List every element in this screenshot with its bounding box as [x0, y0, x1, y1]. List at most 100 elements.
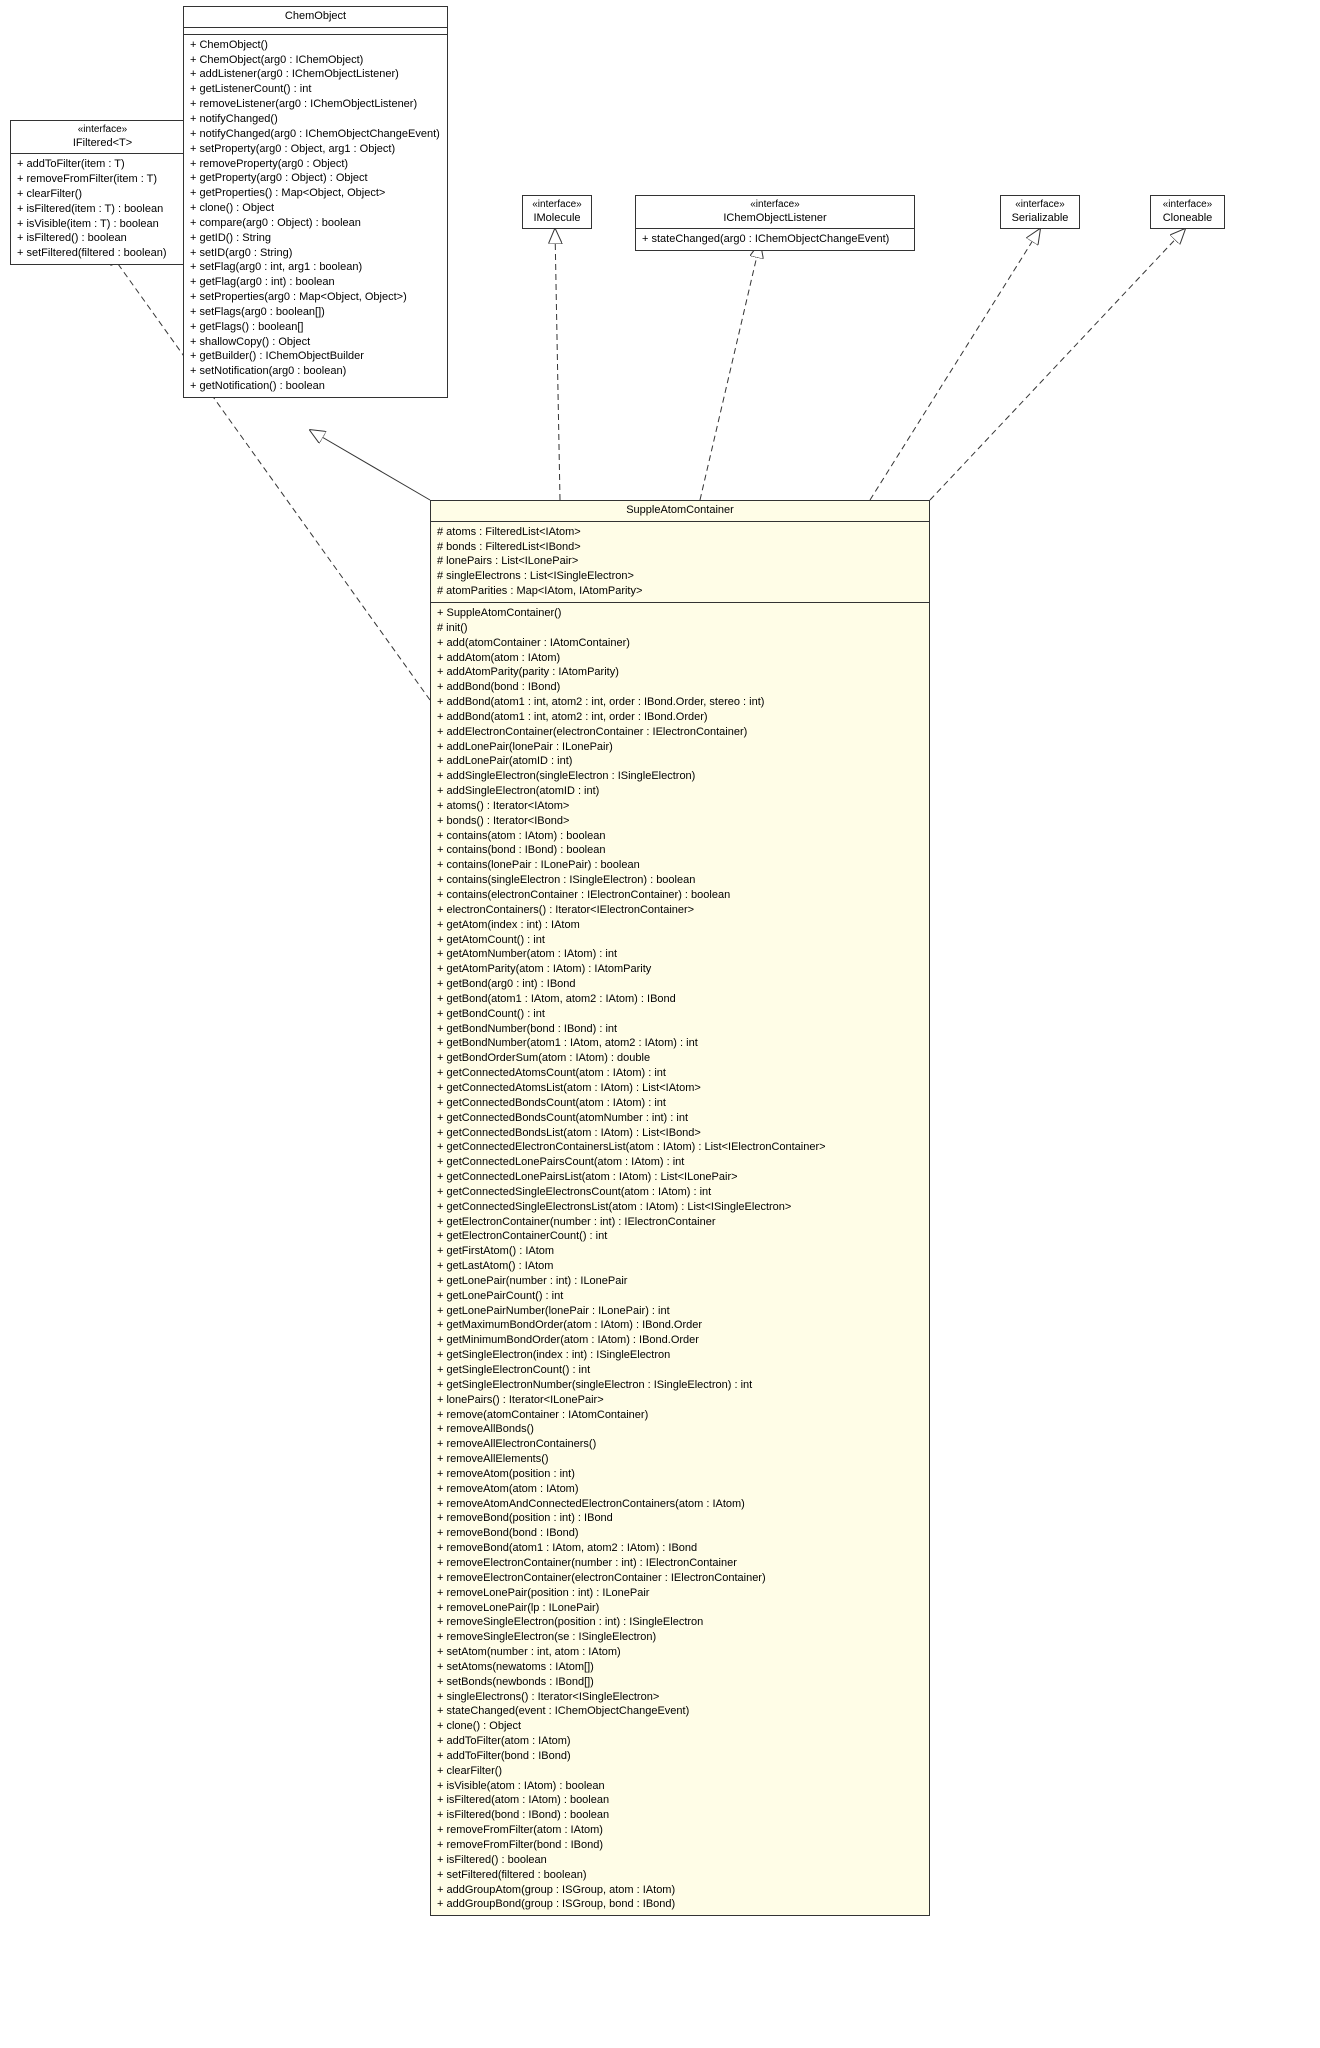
method: + addGroupBond(group : ISGroup, bond : I…	[437, 1897, 923, 1912]
method: + getConnectedBondsCount(atom : IAtom) :…	[437, 1096, 923, 1111]
title: «interface» IMolecule	[523, 196, 591, 228]
method: + getElectronContainer(number : int) : I…	[437, 1215, 923, 1230]
method: + getLonePair(number : int) : ILonePair	[437, 1274, 923, 1289]
method: + getFirstAtom() : IAtom	[437, 1244, 923, 1259]
method: + addLonePair(lonePair : ILonePair)	[437, 740, 923, 755]
method: + contains(bond : IBond) : boolean	[437, 843, 923, 858]
method: + getMaximumBondOrder(atom : IAtom) : IB…	[437, 1318, 923, 1333]
stereotype: «interface»	[1157, 199, 1218, 212]
method: + addToFilter(atom : IAtom)	[437, 1734, 923, 1749]
method: + getAtom(index : int) : IAtom	[437, 918, 923, 933]
method: + removeAtomAndConnectedElectronContaine…	[437, 1497, 923, 1512]
method: + addToFilter(bond : IBond)	[437, 1749, 923, 1764]
method: + stateChanged(event : IChemObjectChange…	[437, 1704, 923, 1719]
method: + removeLonePair(lp : ILonePair)	[437, 1601, 923, 1616]
method: + stateChanged(arg0 : IChemObjectChangeE…	[642, 232, 908, 247]
class-name: Cloneable	[1157, 212, 1218, 226]
method: + setID(arg0 : String)	[190, 246, 441, 261]
method: + removeFromFilter(atom : IAtom)	[437, 1823, 923, 1838]
attribute: # atoms : FilteredList<IAtom>	[437, 525, 923, 540]
class-cloneable: «interface» Cloneable	[1150, 195, 1225, 229]
class-ichemobjectlistener: «interface» IChemObjectListener + stateC…	[635, 195, 915, 251]
method: + addSingleElectron(atomID : int)	[437, 784, 923, 799]
class-serializable: «interface» Serializable	[1000, 195, 1080, 229]
method: + getConnectedLonePairsCount(atom : IAto…	[437, 1155, 923, 1170]
method: + getSingleElectronCount() : int	[437, 1363, 923, 1378]
method: + getBondCount() : int	[437, 1007, 923, 1022]
method: + isFiltered(atom : IAtom) : boolean	[437, 1793, 923, 1808]
title: «interface» Cloneable	[1151, 196, 1224, 228]
method: + setAtoms(newatoms : IAtom[])	[437, 1660, 923, 1675]
class-name: Serializable	[1007, 212, 1073, 226]
method: + getAtomNumber(atom : IAtom) : int	[437, 947, 923, 962]
method: + removeAllElements()	[437, 1452, 923, 1467]
method: + addToFilter(item : T)	[17, 157, 188, 172]
class-name: IMolecule	[529, 212, 585, 226]
method: + removeBond(bond : IBond)	[437, 1526, 923, 1541]
method: + clearFilter()	[17, 187, 188, 202]
method: + lonePairs() : Iterator<ILonePair>	[437, 1393, 923, 1408]
method: + compare(arg0 : Object) : boolean	[190, 216, 441, 231]
title: SuppleAtomContainer	[431, 501, 929, 522]
method: + getBondOrderSum(atom : IAtom) : double	[437, 1051, 923, 1066]
method: + getConnectedBondsCount(atomNumber : in…	[437, 1111, 923, 1126]
method: + addElectronContainer(electronContainer…	[437, 725, 923, 740]
method: + getAtomCount() : int	[437, 933, 923, 948]
method: + getElectronContainerCount() : int	[437, 1229, 923, 1244]
method: + getSingleElectronNumber(singleElectron…	[437, 1378, 923, 1393]
method: + getProperty(arg0 : Object) : Object	[190, 171, 441, 186]
title: ChemObject	[184, 7, 447, 28]
method: + addListener(arg0 : IChemObjectListener…	[190, 67, 441, 82]
stereotype: «interface»	[17, 124, 188, 137]
method: + getBondNumber(atom1 : IAtom, atom2 : I…	[437, 1036, 923, 1051]
method: + clearFilter()	[437, 1764, 923, 1779]
method: + removeProperty(arg0 : Object)	[190, 157, 441, 172]
method: + getConnectedBondsList(atom : IAtom) : …	[437, 1126, 923, 1141]
method: + setBonds(newbonds : IBond[])	[437, 1675, 923, 1690]
method: + getConnectedAtomsCount(atom : IAtom) :…	[437, 1066, 923, 1081]
method: + bonds() : Iterator<IBond>	[437, 814, 923, 829]
method: + clone() : Object	[190, 201, 441, 216]
class-chemobject: ChemObject + ChemObject()+ ChemObject(ar…	[183, 6, 448, 398]
methods: + addToFilter(item : T)+ removeFromFilte…	[11, 154, 194, 264]
method: + getConnectedAtomsList(atom : IAtom) : …	[437, 1081, 923, 1096]
method: + removeLonePair(position : int) : ILone…	[437, 1586, 923, 1601]
method: + getBond(arg0 : int) : IBond	[437, 977, 923, 992]
method: + contains(electronContainer : IElectron…	[437, 888, 923, 903]
method: + isFiltered(bond : IBond) : boolean	[437, 1808, 923, 1823]
attribute: # singleElectrons : List<ISingleElectron…	[437, 569, 923, 584]
method: + getLastAtom() : IAtom	[437, 1259, 923, 1274]
method: + getConnectedElectronContainersList(ato…	[437, 1140, 923, 1155]
method: + setProperties(arg0 : Map<Object, Objec…	[190, 290, 441, 305]
method: + ChemObject()	[190, 38, 441, 53]
method: + setProperty(arg0 : Object, arg1 : Obje…	[190, 142, 441, 157]
method: + removeListener(arg0 : IChemObjectListe…	[190, 97, 441, 112]
method: + removeAllElectronContainers()	[437, 1437, 923, 1452]
stereotype: «interface»	[642, 199, 908, 212]
methods: + SuppleAtomContainer()# init()+ add(ato…	[431, 603, 929, 1915]
method: + isFiltered() : boolean	[17, 231, 188, 246]
class-imolecule: «interface» IMolecule	[522, 195, 592, 229]
method: + electronContainers() : Iterator<IElect…	[437, 903, 923, 918]
method: # init()	[437, 621, 923, 636]
method: + getLonePairNumber(lonePair : ILonePair…	[437, 1304, 923, 1319]
method: + getConnectedSingleElectronsCount(atom …	[437, 1185, 923, 1200]
attribute: # atomParities : Map<IAtom, IAtomParity>	[437, 584, 923, 599]
class-name: IChemObjectListener	[642, 212, 908, 226]
method: + getFlags() : boolean[]	[190, 320, 441, 335]
method: + removeAtom(atom : IAtom)	[437, 1482, 923, 1497]
method: + clone() : Object	[437, 1719, 923, 1734]
methods: + ChemObject()+ ChemObject(arg0 : IChemO…	[184, 35, 447, 397]
method: + setFiltered(filtered : boolean)	[17, 246, 188, 261]
class-name: ChemObject	[190, 10, 441, 24]
method: + removeElectronContainer(electronContai…	[437, 1571, 923, 1586]
class-suppleatomcontainer: SuppleAtomContainer # atoms : FilteredLi…	[430, 500, 930, 1916]
method: + removeElectronContainer(number : int) …	[437, 1556, 923, 1571]
class-name: IFiltered<T>	[17, 137, 188, 151]
title: «interface» IFiltered<T>	[11, 121, 194, 154]
method: + notifyChanged()	[190, 112, 441, 127]
method: + getLonePairCount() : int	[437, 1289, 923, 1304]
method: + getFlag(arg0 : int) : boolean	[190, 275, 441, 290]
method: + setAtom(number : int, atom : IAtom)	[437, 1645, 923, 1660]
title: «interface» IChemObjectListener	[636, 196, 914, 229]
